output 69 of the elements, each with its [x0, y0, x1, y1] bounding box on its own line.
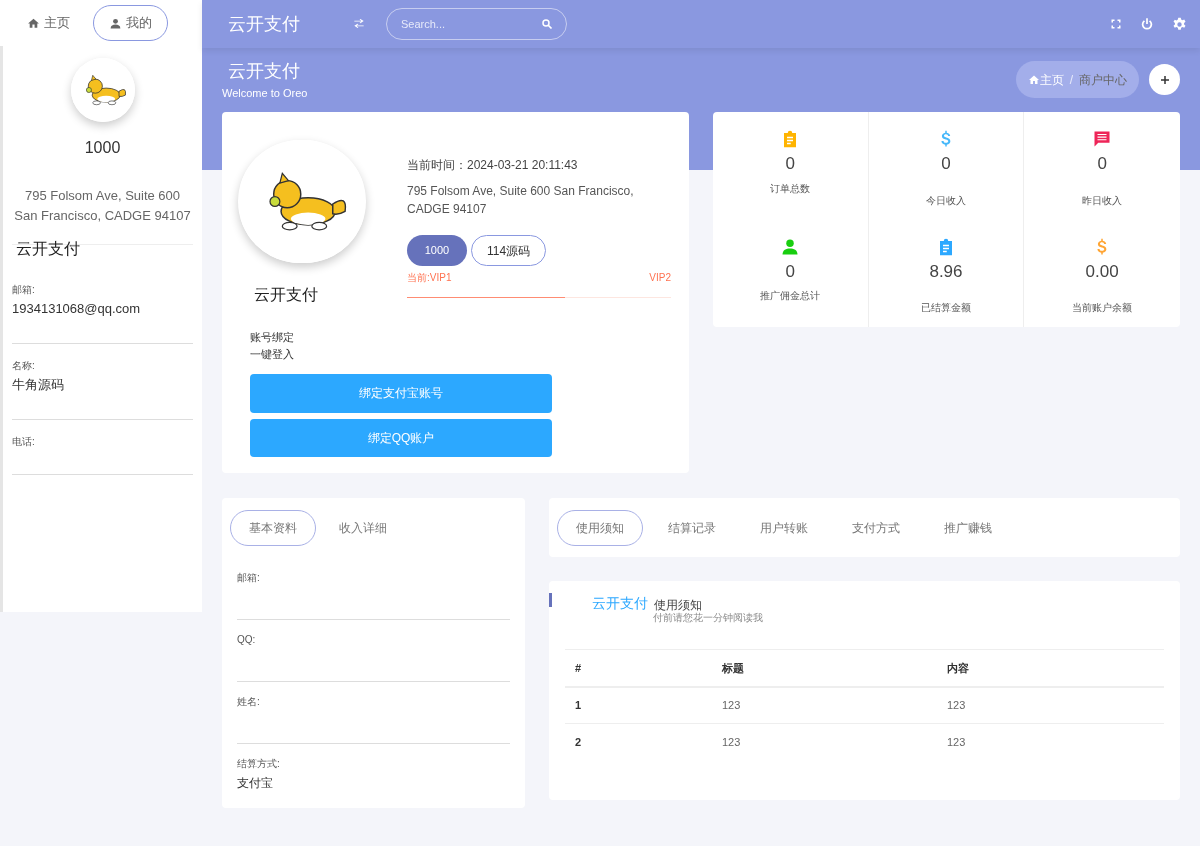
info-tab[interactable]: 收入详细 [320, 510, 406, 546]
user-icon [109, 16, 122, 30]
address-text: 795 Folsom Ave, Suite 600 San Francisco, CADGE 94107 [13, 187, 192, 225]
count-text: 1000 [83, 138, 122, 158]
table-cell: 123 [937, 723, 1164, 761]
stat-label: 当前账户余额 [1072, 301, 1133, 315]
column-header: # [565, 649, 712, 687]
field-label: 邮箱: [12, 283, 36, 297]
settings-icon[interactable] [1172, 16, 1187, 32]
badge-pill[interactable]: 114源码 [471, 235, 546, 266]
home-icon [1027, 73, 1040, 86]
field-value: 牛角源码 [12, 376, 65, 394]
stat-label: 推广佣金总计 [760, 289, 821, 303]
brand-title: 云开支付 [228, 12, 301, 36]
stat-label: 今日收入 [926, 193, 966, 208]
page-subtitle: Welcome to Oreo [222, 86, 308, 101]
table-cell: 123 [937, 686, 1164, 724]
field-label: QQ: [237, 633, 257, 647]
stat-label: 已结算金额 [921, 301, 971, 315]
fullscreen-icon[interactable] [1110, 18, 1122, 30]
overlay-title: 云开支付 [592, 594, 648, 613]
plus-icon [1158, 73, 1171, 86]
badge-pill[interactable]: 1000 [407, 235, 467, 266]
field-label: 邮箱: [237, 571, 261, 585]
breadcrumb-separator: / [1069, 71, 1073, 89]
current-time: 当前时间：2024-03-21 20:11:43 [407, 157, 579, 174]
column-header: 内容 [937, 649, 1164, 687]
profile-name: 云开支付 [253, 285, 319, 306]
breadcrumb-link[interactable]: 商户中心 [1079, 70, 1127, 89]
stat-value: 0 [785, 260, 796, 283]
field-value: 支付宝 [237, 775, 274, 792]
notice-tab[interactable]: 结算记录 [649, 509, 735, 546]
add-button[interactable] [1149, 64, 1180, 95]
field-value: 1934131068@qq.com [12, 300, 142, 318]
search-icon [541, 18, 553, 30]
notice-tab[interactable]: 推广赚钱 [925, 509, 1011, 546]
profile-name: 云开支付 [15, 239, 81, 259]
stat-label: 昨日收入 [1082, 193, 1123, 208]
address-text: 795 Folsom Ave, Suite 600 San Francisco, CADGE 94107 [407, 183, 635, 218]
page-title: 云开支付 [227, 60, 301, 83]
bind-button[interactable]: 绑定QQ账户 [250, 418, 552, 457]
table-cell: 1 [565, 686, 712, 724]
home-icon [27, 16, 40, 30]
table-cell: 123 [712, 686, 937, 724]
field-label: 名称: [12, 359, 36, 373]
swap-arrows-icon[interactable] [352, 17, 366, 31]
table-cell: 123 [712, 723, 937, 761]
stat-value: 0 [785, 153, 796, 175]
stat-value: 8.96 [929, 260, 963, 283]
field-label: 结算方式: [237, 757, 281, 771]
notice-subtitle: 付前请您花一分钟阅读我 [652, 611, 764, 625]
field-label: 电话: [12, 435, 36, 449]
sidebar-tab[interactable]: 主页 [12, 5, 85, 41]
notice-title: 使用须知 [654, 597, 702, 612]
search-field[interactable]: Search... [386, 8, 567, 40]
bind-button[interactable]: 绑定支付宝账号 [250, 374, 552, 413]
binding-text: 账号绑定 一键登入 [249, 330, 295, 363]
power-icon[interactable] [1140, 17, 1154, 31]
stat-value: 0.00 [1085, 260, 1119, 283]
vip-next: VIP2 [649, 271, 671, 285]
table-cell: 2 [565, 723, 712, 761]
column-header: 标题 [712, 649, 937, 687]
field-label: 姓名: [237, 695, 261, 709]
vip-current: 当前:VIP1 [407, 271, 452, 285]
stat-label: 订单总数 [770, 181, 811, 196]
notice-tab[interactable]: 支付方式 [833, 509, 919, 546]
notice-tab[interactable]: 用户转账 [741, 509, 827, 546]
stat-value: 0 [941, 153, 951, 175]
stat-value: 0 [1097, 153, 1107, 175]
